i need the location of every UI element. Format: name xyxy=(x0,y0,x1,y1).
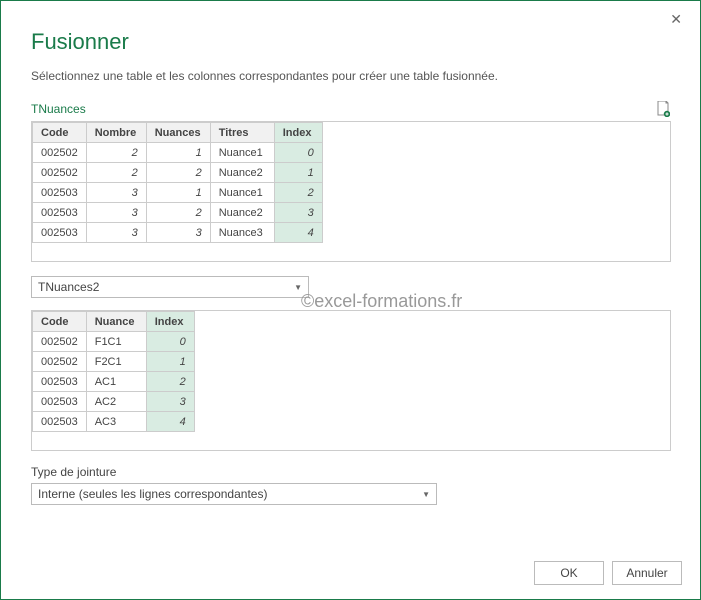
table-row[interactable]: 00250221Nuance10 xyxy=(33,143,323,163)
col-index[interactable]: Index xyxy=(274,123,322,143)
table2-grid[interactable]: Code Nuance Index 002502F1C10 002502F2C1… xyxy=(31,310,671,451)
col-code[interactable]: Code xyxy=(33,123,87,143)
close-button[interactable]: ✕ xyxy=(664,9,688,30)
table-row[interactable]: 00250332Nuance23 xyxy=(33,203,323,223)
table1-grid[interactable]: Code Nombre Nuances Titres Index 0025022… xyxy=(31,121,671,262)
ok-button[interactable]: OK xyxy=(534,561,604,585)
chevron-down-icon: ▼ xyxy=(294,283,302,292)
table-row[interactable]: 002502F1C10 xyxy=(33,332,195,352)
col-code[interactable]: Code xyxy=(33,312,87,332)
dialog-subtitle: Sélectionnez une table et les colonnes c… xyxy=(31,69,670,83)
col-nombre[interactable]: Nombre xyxy=(86,123,146,143)
table1-name: TNuances xyxy=(31,102,86,116)
table-row[interactable]: 002503AC23 xyxy=(33,392,195,412)
table-row[interactable]: 00250331Nuance12 xyxy=(33,183,323,203)
dropdown-value: TNuances2 xyxy=(38,280,99,294)
col-titres[interactable]: Titres xyxy=(210,123,274,143)
join-type-label: Type de jointure xyxy=(31,465,670,479)
table-header-row[interactable]: Code Nuance Index xyxy=(33,312,195,332)
table-row[interactable]: 00250333Nuance34 xyxy=(33,223,323,243)
table-row[interactable]: 002503AC12 xyxy=(33,372,195,392)
table-row[interactable]: 002503AC34 xyxy=(33,412,195,432)
second-table-select[interactable]: TNuances2 ▼ xyxy=(31,276,309,298)
table-row[interactable]: 002502F2C11 xyxy=(33,352,195,372)
cancel-button[interactable]: Annuler xyxy=(612,561,682,585)
col-nuances[interactable]: Nuances xyxy=(146,123,210,143)
dropdown-value: Interne (seules les lignes correspondant… xyxy=(38,487,267,501)
col-index[interactable]: Index xyxy=(146,312,194,332)
expand-table-icon[interactable] xyxy=(656,101,670,117)
close-icon: ✕ xyxy=(670,11,682,27)
table-row[interactable]: 00250222Nuance21 xyxy=(33,163,323,183)
join-type-select[interactable]: Interne (seules les lignes correspondant… xyxy=(31,483,437,505)
col-nuance[interactable]: Nuance xyxy=(86,312,146,332)
table-header-row[interactable]: Code Nombre Nuances Titres Index xyxy=(33,123,323,143)
chevron-down-icon: ▼ xyxy=(422,490,430,499)
dialog-title: Fusionner xyxy=(31,29,670,55)
